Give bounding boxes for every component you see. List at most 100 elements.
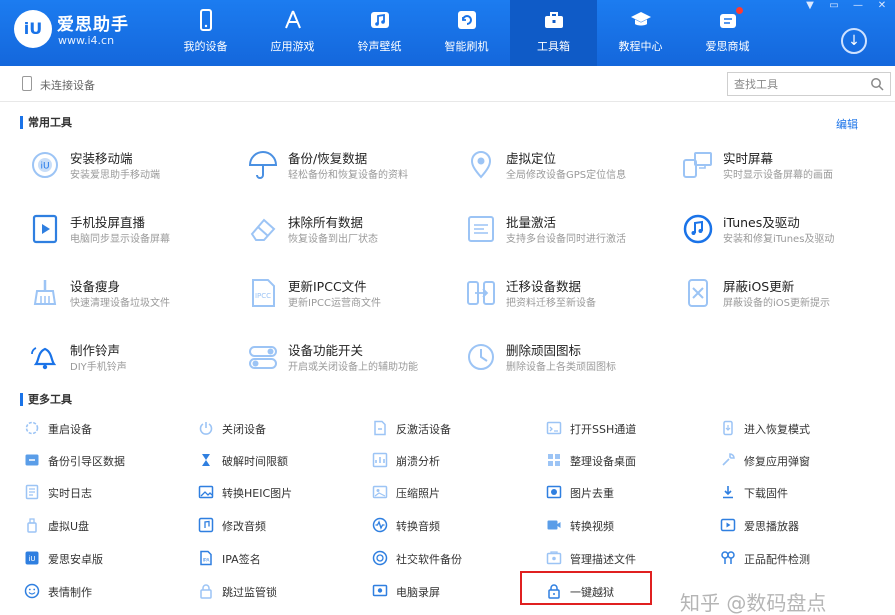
more-tool-convert-audio[interactable]: 转换音频 — [372, 514, 540, 538]
more-tool-boot-backup[interactable]: 备份引导区数据 — [24, 449, 192, 473]
eraser-icon — [250, 218, 276, 241]
menu-dropdown-button[interactable]: ▼ — [803, 0, 817, 12]
more-tool-screen-record[interactable]: 电脑录屏 — [372, 580, 540, 604]
more-tool-realtime-log[interactable]: 实时日志 — [24, 481, 192, 505]
screen-mirror-icon — [683, 152, 712, 178]
more-tool-crash-analysis[interactable]: 崩溃分析 — [372, 449, 540, 473]
tool-search-input[interactable] — [728, 73, 858, 95]
more-tools-header: 更多工具 — [20, 392, 72, 406]
social-backup-icon — [372, 550, 388, 566]
tool-virtual-location[interactable]: 虚拟定位 全局修改设备GPS定位信息 — [464, 142, 674, 186]
minimize-button[interactable]: — — [851, 0, 865, 12]
tool-device-slim[interactable]: 设备瘦身 快速清理设备垃圾文件 — [28, 270, 238, 314]
broom-icon — [33, 280, 57, 305]
app-logo: iU — [14, 10, 52, 48]
common-tools-header: 常用工具 — [20, 115, 72, 129]
image-dedupe-icon — [546, 485, 562, 499]
bell-icon — [31, 347, 57, 370]
hourglass-icon — [202, 454, 210, 466]
more-tool-heic-convert[interactable]: 转换HEIC图片 — [198, 481, 366, 505]
usb-drive-icon — [27, 518, 37, 533]
svg-text:IPA: IPA — [203, 558, 211, 564]
location-pin-icon — [470, 151, 492, 179]
svg-text:iU: iU — [28, 555, 35, 563]
music-icon — [370, 12, 389, 28]
supervision-lock-icon — [200, 584, 212, 599]
nav-flash[interactable]: 智能刷机 — [423, 0, 510, 66]
tool-remove-stubborn-icons[interactable]: 删除顽固图标 删除设备上各类顽固图标 — [464, 334, 674, 378]
more-tool-ipa-sign[interactable]: IPA IPA签名 — [198, 547, 366, 571]
more-tool-organize-desktop[interactable]: 整理设备桌面 — [546, 449, 714, 473]
tool-install-mobile[interactable]: iU 安装移动端 安装爱思助手移动端 — [28, 142, 238, 186]
tool-update-ipcc[interactable]: IPCC 更新IPCC文件 更新IPCC运营商文件 — [246, 270, 456, 314]
toolbox-icon — [544, 12, 563, 28]
nav-toolbox[interactable]: 工具箱 — [510, 0, 597, 66]
nav-my-device[interactable]: 我的设备 — [162, 0, 249, 66]
compress-photo-icon — [372, 485, 388, 499]
transfer-icon — [467, 281, 495, 305]
more-tool-manage-profiles[interactable]: 管理描述文件 — [546, 547, 714, 571]
power-icon — [199, 422, 213, 435]
more-tool-recovery[interactable]: 进入恢复模式 — [720, 417, 888, 441]
more-tool-skip-supervision[interactable]: 跳过监管锁 — [198, 580, 366, 604]
search-icon[interactable] — [870, 77, 884, 91]
tool-live-screen[interactable]: 实时屏幕 实时显示设备屏幕的画面 — [681, 142, 891, 186]
notification-badge — [736, 7, 743, 14]
tool-erase-all[interactable]: 抹除所有数据 恢复设备到出厂状态 — [246, 206, 456, 250]
more-tool-screen-time[interactable]: 破解时间限额 — [198, 449, 366, 473]
main-nav: 我的设备 应用游戏 铃声壁纸 智能刷机 工具箱 教程中心 爱思商城 — [162, 0, 771, 66]
tool-itunes-driver[interactable]: iTunes及驱动 安装和修复iTunes及驱动 — [681, 206, 891, 250]
tool-feature-switch[interactable]: 设备功能开关 开启或关闭设备上的辅助功能 — [246, 334, 456, 378]
tool-search-box[interactable] — [727, 72, 891, 96]
tool-make-ringtone[interactable]: 制作铃声 DIY手机铃声 — [28, 334, 238, 378]
video-convert-icon — [547, 520, 561, 530]
nav-ringtones[interactable]: 铃声壁纸 — [336, 0, 423, 66]
heic-convert-icon — [198, 485, 214, 499]
brand-name: 爱思助手 — [57, 15, 129, 35]
edit-button[interactable]: 编辑 — [836, 116, 858, 132]
download-manager-button[interactable]: ↓ — [841, 28, 867, 54]
batch-activate-icon — [468, 216, 494, 242]
ipa-sign-icon: IPA — [200, 550, 212, 566]
nav-apps-games[interactable]: 应用游戏 — [249, 0, 336, 66]
audio-convert-icon — [372, 517, 388, 533]
nav-tutorials[interactable]: 教程中心 — [597, 0, 684, 66]
boot-backup-icon — [25, 454, 39, 466]
restart-icon — [25, 421, 39, 435]
svg-text:IPCC: IPCC — [255, 292, 271, 300]
close-button[interactable]: ✕ — [875, 0, 889, 12]
more-tool-restart[interactable]: 重启设备 — [24, 417, 192, 441]
more-tool-social-backup[interactable]: 社交软件备份 — [372, 547, 540, 571]
android-icon: iU — [25, 551, 39, 565]
tool-block-ios-update[interactable]: 屏蔽iOS更新 屏蔽设备的iOS更新提示 — [681, 270, 891, 314]
accessory-check-icon — [721, 551, 735, 564]
more-tool-ssh[interactable]: 打开SSH通道 — [546, 417, 714, 441]
repair-app-icon — [722, 453, 735, 466]
more-tool-compress-photo[interactable]: 压缩照片 — [372, 481, 540, 505]
tool-batch-activate[interactable]: 批量激活 支持多台设备同时进行激活 — [464, 206, 674, 250]
more-tool-shutdown[interactable]: 关闭设备 — [198, 417, 366, 441]
top-bar: iU 爱思助手 www.i4.cn 我的设备 应用游戏 铃声壁纸 智能刷机 工具… — [0, 0, 895, 66]
more-tool-edit-audio[interactable]: 修改音频 — [198, 514, 366, 538]
more-tool-download-firmware[interactable]: 下载固件 — [720, 481, 888, 505]
nav-shop[interactable]: 爱思商城 — [684, 0, 771, 66]
more-tool-virtual-usb[interactable]: 虚拟U盘 — [24, 514, 192, 538]
tool-backup-restore[interactable]: 备份/恢复数据 轻松备份和恢复设备的资料 — [246, 142, 456, 186]
more-tool-image-dedupe[interactable]: 图片去重 — [546, 481, 714, 505]
screen-record-icon — [372, 584, 388, 597]
more-tool-i4-player[interactable]: 爱思播放器 — [720, 514, 888, 538]
deactivate-icon — [374, 420, 386, 436]
more-tool-android-version[interactable]: iU 爱思安卓版 — [24, 547, 192, 571]
maximize-button[interactable]: ▭ — [827, 0, 841, 12]
ipcc-file-icon: IPCC — [252, 279, 275, 307]
more-tool-emoji-maker[interactable]: 表情制作 — [24, 580, 192, 604]
window-controls: ▼ ▭ — ✕ — [803, 0, 889, 12]
desktop-grid-icon — [548, 454, 560, 466]
more-tool-repair-popup[interactable]: 修复应用弹窗 — [720, 449, 888, 473]
tool-migrate-data[interactable]: 迁移设备数据 把资料迁移至新设备 — [464, 270, 674, 314]
more-tool-convert-video[interactable]: 转换视频 — [546, 514, 714, 538]
more-tool-accessory-check[interactable]: 正品配件检测 — [720, 547, 888, 571]
block-update-icon — [688, 279, 708, 307]
more-tool-deactivate[interactable]: 反激活设备 — [372, 417, 540, 441]
tool-screen-cast[interactable]: 手机投屏直播 电脑同步显示设备屏幕 — [28, 206, 238, 250]
